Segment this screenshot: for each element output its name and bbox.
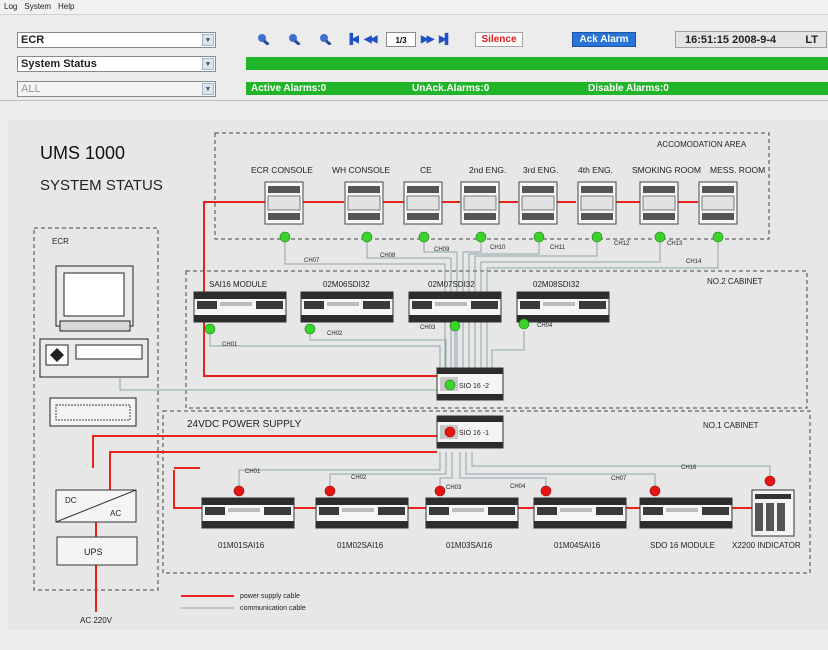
system-diagram-svg: UMS 1000 SYSTEM STATUS ACCOMODATION AREA… bbox=[33, 132, 811, 625]
ups-label: UPS bbox=[84, 547, 103, 557]
channel-label: CH16 bbox=[681, 465, 697, 471]
comm-cable-legend-label: communication cable bbox=[240, 605, 306, 612]
channel-label: CH01 bbox=[222, 342, 238, 348]
accommodation-area-label: ACCOMODATION AREA bbox=[657, 140, 747, 149]
channel-label: CH03 bbox=[420, 325, 436, 331]
console-status-led[interactable] bbox=[654, 231, 666, 243]
console-label-3rd-eng: 3rd ENG. bbox=[523, 165, 558, 175]
sio-16-2-label: SIO 16 -2 bbox=[459, 383, 489, 390]
channel-label: CH03 bbox=[446, 485, 462, 491]
channel-label: CH02 bbox=[327, 331, 343, 337]
console-status-led[interactable] bbox=[279, 231, 291, 243]
module-alarm-led[interactable] bbox=[540, 485, 552, 497]
module-alarm-led[interactable] bbox=[233, 485, 245, 497]
communication-cables bbox=[119, 238, 771, 492]
console-status-led[interactable] bbox=[361, 231, 373, 243]
no1-modules bbox=[201, 497, 733, 529]
console-status-led[interactable] bbox=[533, 231, 545, 243]
power-supply-label: 24VDC POWER SUPPLY bbox=[187, 419, 302, 430]
console-status-led[interactable] bbox=[712, 231, 724, 243]
module-label: 01M01SAI16 bbox=[218, 541, 265, 550]
module-alarm-led[interactable] bbox=[764, 475, 776, 487]
module-label: 01M03SAI16 bbox=[446, 541, 493, 550]
no2-cabinet-label: NO.2 CABINET bbox=[707, 277, 763, 286]
console-status-led[interactable] bbox=[591, 231, 603, 243]
ecr-workstation bbox=[39, 265, 149, 427]
module-label: 02M07SDI32 bbox=[428, 280, 475, 289]
module-status-led[interactable] bbox=[304, 323, 316, 335]
ac-label: AC bbox=[110, 509, 121, 518]
module-label: 02M06SDI32 bbox=[323, 280, 370, 289]
module-label: SAI16 MODULE bbox=[209, 280, 267, 289]
ecr-area-label: ECR bbox=[52, 237, 69, 246]
console-label-2nd-eng: 2nd ENG. bbox=[469, 165, 506, 175]
channel-label: CH12 bbox=[614, 241, 630, 247]
sio-16-2-led[interactable] bbox=[444, 379, 456, 391]
ac-supply-label: AC 220V bbox=[80, 616, 113, 625]
channel-label: CH04 bbox=[537, 323, 553, 329]
channel-label: CH09 bbox=[434, 247, 450, 253]
channel-label: CH07 bbox=[611, 476, 627, 482]
dc-ac-converter bbox=[55, 489, 137, 523]
no1-cabinet-label: NO.1 CABINET bbox=[703, 421, 759, 430]
channel-label: CH13 bbox=[667, 241, 683, 247]
console-label-ecr: ECR CONSOLE bbox=[251, 165, 313, 175]
module-label: X2200 INDICATOR bbox=[732, 541, 801, 550]
channel-label: CH01 bbox=[245, 469, 261, 475]
module-label: 01M04SAI16 bbox=[554, 541, 601, 550]
module-label: SDO 16 MODULE bbox=[650, 541, 715, 550]
module-alarm-led[interactable] bbox=[324, 485, 336, 497]
module-status-led[interactable] bbox=[204, 323, 216, 335]
module-label: 01M02SAI16 bbox=[337, 541, 384, 550]
diagram-subtitle: SYSTEM STATUS bbox=[40, 177, 163, 194]
diagram-title: UMS 1000 bbox=[40, 143, 125, 163]
module-alarm-led[interactable] bbox=[434, 485, 446, 497]
console-label-smoking-room: SMOKING ROOM bbox=[632, 165, 701, 175]
console-label-4th-eng: 4th ENG. bbox=[578, 165, 613, 175]
channel-label: CH10 bbox=[490, 245, 506, 251]
channel-label: CH14 bbox=[686, 259, 702, 265]
module-status-led[interactable] bbox=[518, 318, 530, 330]
sio-16-1-led[interactable] bbox=[444, 426, 456, 438]
x2200-indicator-unit bbox=[751, 489, 795, 537]
console-label-wh: WH CONSOLE bbox=[332, 165, 390, 175]
channel-label: CH11 bbox=[550, 245, 566, 251]
console-status-led[interactable] bbox=[475, 231, 487, 243]
module-alarm-led[interactable] bbox=[649, 485, 661, 497]
module-status-led[interactable] bbox=[449, 320, 461, 332]
channel-label: CH08 bbox=[380, 253, 396, 259]
console-label-ce: CE bbox=[420, 165, 432, 175]
sio-16-1-label: SIO 16 -1 bbox=[459, 430, 489, 437]
power-cable-legend-label: power supply cable bbox=[240, 593, 300, 600]
module-label: 02M08SDI32 bbox=[533, 280, 580, 289]
channel-label: CH02 bbox=[351, 475, 367, 481]
channel-label: CH04 bbox=[510, 484, 526, 490]
channel-label: CH07 bbox=[304, 258, 320, 264]
no2-modules bbox=[193, 291, 610, 323]
console-label-mess-room: MESS. ROOM bbox=[710, 165, 765, 175]
console-status-led[interactable] bbox=[418, 231, 430, 243]
dc-label: DC bbox=[65, 496, 77, 505]
